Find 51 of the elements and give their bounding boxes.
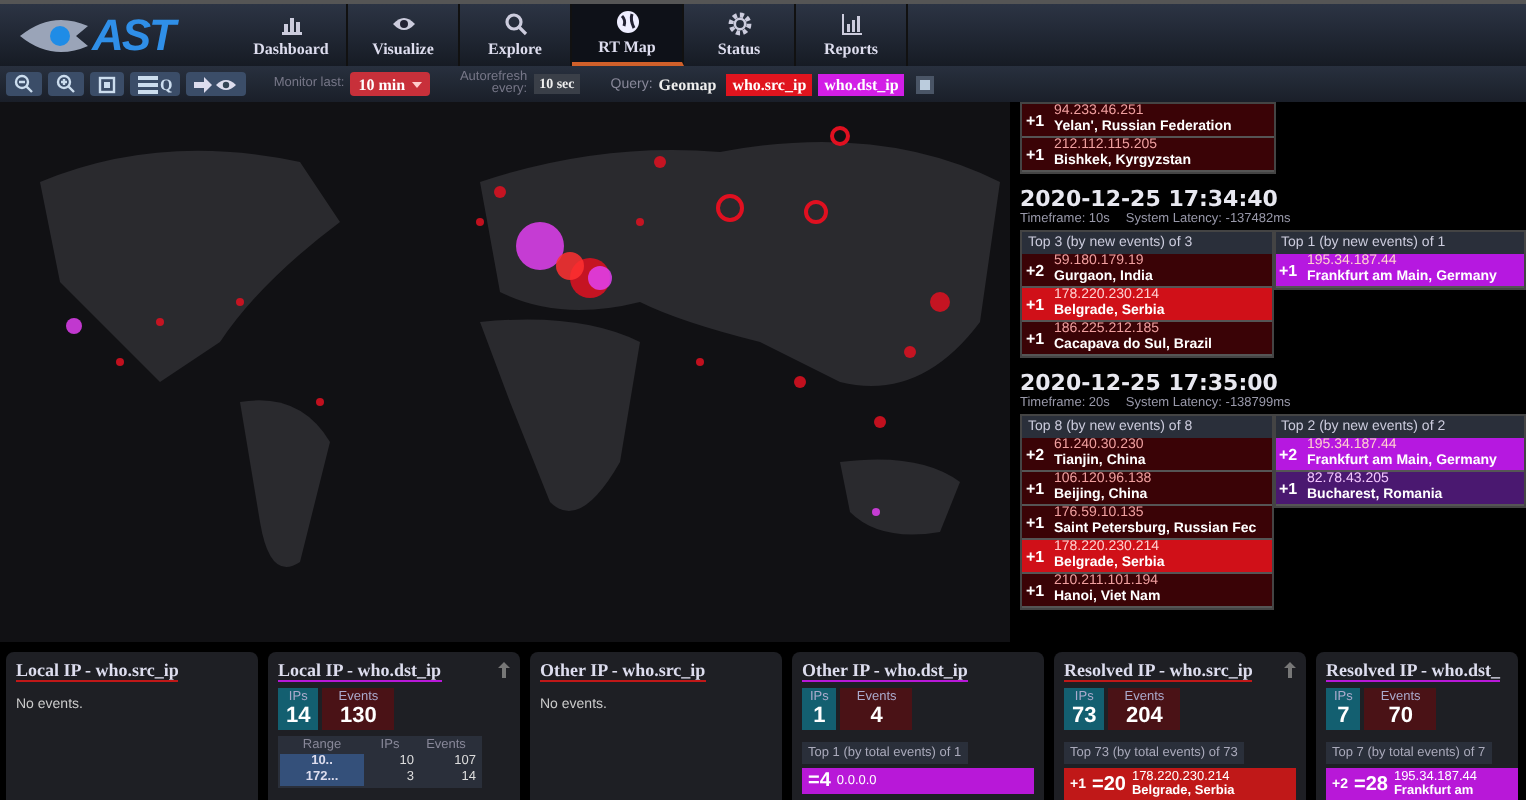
event-count: +1 — [1026, 581, 1047, 599]
globe-icon — [615, 10, 639, 34]
arrow-eye-icon — [194, 75, 239, 93]
caret-icon — [411, 81, 422, 87]
snapshot-time: 2020-12-25 17:34:40 — [1020, 186, 1280, 212]
snapshot-time: 2020-12-25 17:35:00 — [1020, 370, 1280, 396]
panel-title: Resolved IP - who.dst_ — [1326, 660, 1501, 682]
event-count: +1 — [1279, 479, 1300, 497]
query-tag: who.src_ip — [726, 73, 813, 95]
event-count: +2 — [1026, 261, 1047, 279]
square-icon — [98, 75, 116, 93]
query-tag: who.dst_ip — [818, 73, 905, 95]
panel-title: Resolved IP - who.src_ip — [1064, 660, 1253, 682]
event-count: +2 — [1026, 445, 1047, 463]
event-count: +1 — [1026, 329, 1047, 347]
event-count: +1 — [1026, 295, 1047, 313]
monitor-dropdown[interactable]: 10 min — [350, 72, 430, 96]
zoom-in-button[interactable] — [48, 72, 84, 96]
query-name: Geomap — [658, 75, 717, 93]
bar-chart-icon — [279, 12, 303, 36]
zoom-out-button[interactable] — [6, 72, 42, 96]
total-count: =4 — [808, 770, 831, 792]
nav-tab[interactable]: RT Map — [572, 4, 684, 66]
zoom-out-icon — [14, 74, 34, 94]
square-icon — [920, 79, 931, 89]
scroll-up-icon[interactable] — [1284, 662, 1296, 678]
search-icon — [503, 12, 527, 36]
event-count: +1 — [1026, 111, 1047, 129]
event-count: +2 — [1279, 445, 1300, 463]
query-options-button[interactable] — [916, 75, 935, 93]
logo-text: AST — [92, 9, 174, 61]
event-count: +1 — [1026, 479, 1047, 497]
settings-icon — [727, 12, 751, 36]
event-count: +1 — [1026, 547, 1047, 565]
total-count: =20 — [1091, 773, 1126, 795]
panel-title: Local IP - who.dst_ip — [278, 660, 442, 682]
event-count: +1 — [1279, 261, 1300, 279]
scroll-up-icon[interactable] — [498, 662, 510, 678]
event-count: +1 — [1026, 513, 1047, 531]
zoom-in-icon — [56, 74, 76, 94]
total-count: =28 — [1353, 773, 1388, 795]
fit-view-button[interactable] — [90, 72, 124, 96]
panel-title: Other IP - who.src_ip — [540, 660, 706, 682]
report-chart-icon — [839, 12, 863, 36]
event-count: +1 — [1026, 145, 1047, 163]
go-view-button[interactable] — [186, 72, 247, 96]
eye-icon — [391, 12, 415, 36]
panel-title: Local IP - who.src_ip — [16, 660, 179, 682]
panel-title: Other IP - who.dst_ip — [802, 660, 968, 682]
database-query-button[interactable]: Q — [130, 72, 181, 96]
database-icon — [138, 75, 158, 93]
